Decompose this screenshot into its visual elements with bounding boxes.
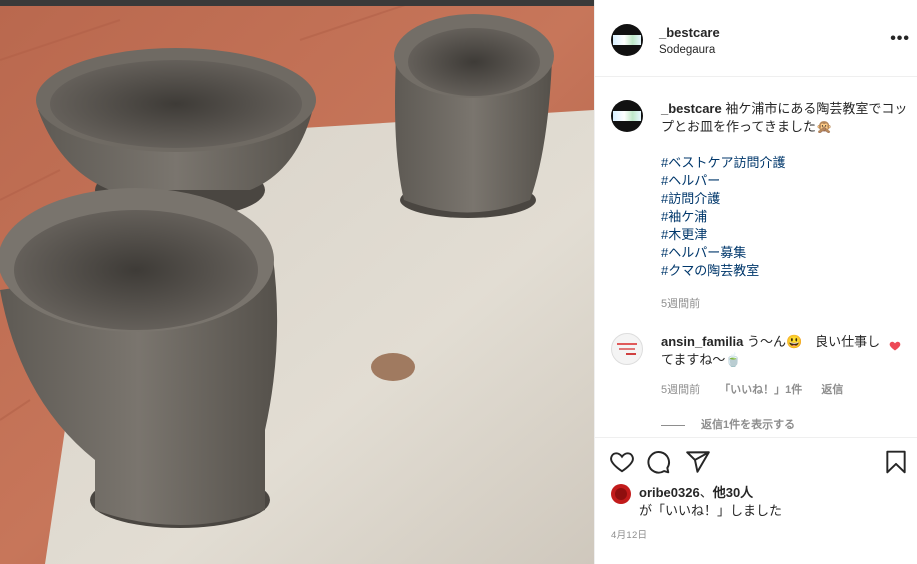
likes-separator: 、 [699, 485, 713, 500]
hashtag-link[interactable]: #ベストケア訪問介護 [661, 154, 911, 172]
comment-meta: 5週間前 「いいね！」1件 返信 [661, 381, 859, 397]
hashtag-link[interactable]: #ヘルパー [661, 172, 911, 190]
hashtag-link[interactable]: #訪問介護 [661, 190, 911, 208]
comment: ansin_familia う〜ん😃 良い仕事してますね〜🍵 [661, 333, 886, 369]
post-header: _bestcare Sodegaura ••• [595, 0, 917, 77]
bookmark-icon[interactable] [883, 449, 909, 475]
view-replies-label: 返信1件を表示する [701, 419, 796, 431]
heart-icon[interactable] [609, 449, 635, 475]
view-replies-button[interactable]: 返信1件を表示する [661, 416, 795, 432]
post-location[interactable]: Sodegaura [659, 44, 715, 56]
heart-icon[interactable] [889, 340, 901, 352]
action-bar [609, 449, 909, 477]
hashtag-link[interactable]: #袖ケ浦 [661, 208, 911, 226]
hashtag-link[interactable]: #ヘルパー募集 [661, 244, 911, 262]
likes-summary: oribe0326、他30人 が「いいね！」しました [639, 484, 899, 520]
liker-username[interactable]: oribe0326 [639, 485, 700, 500]
post-caption: _bestcare 袖ケ浦市にある陶芸教室でコップとお皿を作ってきました🙊 #ベ… [661, 100, 911, 313]
author-username[interactable]: _bestcare [659, 25, 720, 40]
comment-icon[interactable] [645, 449, 671, 475]
hashtag-link[interactable]: #木更津 [661, 226, 911, 244]
more-icon[interactable]: ••• [890, 30, 910, 48]
pottery-photo [0, 0, 594, 564]
likes-suffix: が「いいね！」しました [639, 503, 783, 518]
caption-avatar[interactable] [611, 100, 643, 132]
section-divider [595, 437, 917, 438]
hashtag-link[interactable]: #クマの陶芸教室 [661, 262, 911, 280]
replies-divider [661, 424, 685, 426]
liker-avatar[interactable] [611, 484, 631, 504]
caption-timestamp[interactable]: 5週間前 [661, 298, 700, 310]
reply-button[interactable]: 返信 [821, 384, 843, 396]
commenter-username[interactable]: ansin_familia [661, 334, 743, 349]
post-side-panel: _bestcare Sodegaura ••• _bestcare 袖ケ浦市にあ… [594, 0, 917, 564]
share-icon[interactable] [685, 449, 711, 475]
photo-top-strip [0, 0, 594, 6]
post-photo[interactable] [0, 0, 594, 564]
comment-timestamp[interactable]: 5週間前 [661, 384, 700, 396]
comment-likes[interactable]: 「いいね！」1件 [719, 384, 802, 396]
caption-username[interactable]: _bestcare [661, 101, 722, 116]
post-date[interactable]: 4月12日 [611, 527, 647, 541]
author-avatar[interactable] [611, 24, 643, 56]
commenter-avatar[interactable] [611, 333, 643, 365]
likes-others[interactable]: 他30人 [713, 485, 753, 500]
